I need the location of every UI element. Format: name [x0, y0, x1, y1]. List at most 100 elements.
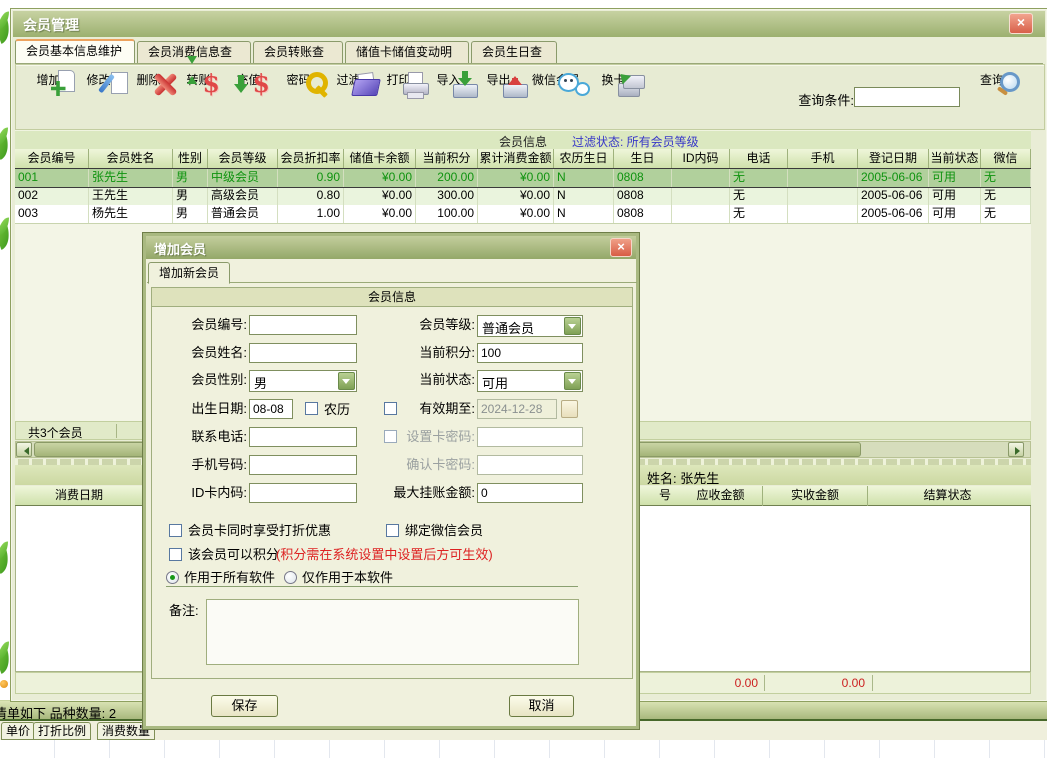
column-header[interactable]: 当前积分: [416, 149, 478, 169]
discount-checkbox[interactable]: [169, 524, 182, 537]
toolbar-button-change-card[interactable]: 换卡: [589, 68, 638, 88]
cell[interactable]: 男: [173, 187, 208, 205]
window-titlebar[interactable]: 会员管理: [13, 11, 1045, 37]
level-select[interactable]: 普通会员: [477, 315, 583, 337]
column-header[interactable]: 生日: [614, 149, 672, 169]
cell[interactable]: 无: [981, 187, 1031, 205]
tab-unit-price[interactable]: 单价: [1, 722, 35, 740]
column-header[interactable]: 会员等级: [208, 149, 278, 169]
cell[interactable]: 0808: [614, 205, 672, 223]
cell[interactable]: [672, 205, 730, 223]
column-header[interactable]: 登记日期: [858, 149, 929, 169]
table-row[interactable]: 003杨先生男普通会员1.00¥0.00100.00¥0.00N0808无200…: [15, 205, 1031, 223]
column-header[interactable]: 微信: [981, 149, 1031, 169]
cell[interactable]: 0.80: [278, 187, 344, 205]
toolbar-button-delete[interactable]: 删除: [124, 68, 173, 88]
dialog-titlebar[interactable]: 增加会员: [146, 236, 636, 259]
cell[interactable]: 无: [981, 169, 1031, 187]
toolbar-button-export[interactable]: 导出: [474, 68, 523, 88]
cell[interactable]: 300.00: [416, 187, 478, 205]
lunar-checkbox[interactable]: [305, 402, 318, 415]
column-header[interactable]: 当前状态: [929, 149, 981, 169]
cell[interactable]: 高级会员: [208, 187, 278, 205]
tab-stored-card-detail[interactable]: 储值卡储值变动明细: [345, 41, 469, 63]
search-button[interactable]: 查询: [972, 70, 1012, 88]
toolbar-button-filter[interactable]: 过滤: [324, 68, 373, 88]
cell[interactable]: ¥0.00: [478, 187, 554, 205]
bind-wechat-checkbox[interactable]: [386, 524, 399, 537]
cell[interactable]: 可用: [929, 205, 981, 223]
cell[interactable]: 0808: [614, 169, 672, 187]
chevron-down-icon[interactable]: [564, 372, 581, 390]
cell[interactable]: 0808: [614, 187, 672, 205]
column-header[interactable]: 储值卡余额: [344, 149, 416, 169]
cell[interactable]: [788, 205, 858, 223]
allow-points-checkbox[interactable]: [169, 548, 182, 561]
toolbar-button-add[interactable]: 增加: [24, 68, 73, 88]
toolbar-button-edit[interactable]: 修改: [74, 68, 123, 88]
column-consume-date[interactable]: 消费日期: [15, 486, 144, 506]
toolbar-button-password[interactable]: 密码: [274, 68, 323, 88]
cell[interactable]: 无: [730, 205, 788, 223]
scroll-left-arrow[interactable]: [16, 442, 32, 457]
cell[interactable]: 可用: [929, 187, 981, 205]
column-settle-status[interactable]: 结算状态: [868, 486, 1027, 506]
table-row[interactable]: 001张先生男中级会员0.90¥0.00200.00¥0.00N0808无200…: [15, 169, 1031, 187]
column-header[interactable]: 会员姓名: [89, 149, 173, 169]
toolbar-button-import[interactable]: 导入: [424, 68, 473, 88]
gender-select[interactable]: 男: [249, 370, 357, 392]
cell[interactable]: 003: [15, 205, 89, 223]
tab-member-transfer-query[interactable]: 会员转账查询: [253, 41, 343, 63]
member-name-input[interactable]: [249, 343, 357, 363]
toolbar-button-print[interactable]: 打印: [374, 68, 423, 88]
dialog-close-button[interactable]: ×: [610, 238, 632, 257]
cell[interactable]: 2005-06-06: [858, 169, 929, 187]
toolbar-button-recharge[interactable]: 充值: [224, 68, 273, 88]
chevron-down-icon[interactable]: [338, 372, 355, 390]
max-credit-input[interactable]: [477, 483, 583, 503]
expiry-checkbox[interactable]: [384, 402, 397, 415]
cell[interactable]: 002: [15, 187, 89, 205]
member-no-input[interactable]: [249, 315, 357, 335]
cell[interactable]: 普通会员: [208, 205, 278, 223]
column-header[interactable]: 累计消费金额: [478, 149, 554, 169]
cell[interactable]: N: [554, 169, 614, 187]
cell[interactable]: 无: [730, 169, 788, 187]
cell[interactable]: [788, 187, 858, 205]
status-select[interactable]: 可用: [477, 370, 583, 392]
chevron-down-icon[interactable]: [564, 317, 581, 335]
filter-status-text[interactable]: 过滤状态: 所有会员等级: [572, 133, 699, 150]
cell[interactable]: 1.00: [278, 205, 344, 223]
cell[interactable]: ¥0.00: [344, 169, 416, 187]
column-received[interactable]: 实收金额: [763, 486, 868, 506]
tab-member-birthday-query[interactable]: 会员生日查询: [471, 41, 557, 63]
cancel-button[interactable]: 取消: [509, 695, 574, 717]
cell[interactable]: [672, 187, 730, 205]
cell[interactable]: 100.00: [416, 205, 478, 223]
apply-all-software-radio[interactable]: [166, 571, 179, 584]
id-card-input[interactable]: [249, 483, 357, 503]
confirm-password-input[interactable]: [477, 455, 583, 475]
tab-discount-ratio[interactable]: 打折比例: [33, 722, 91, 740]
cell[interactable]: 0.90: [278, 169, 344, 187]
toolbar-button-transfer[interactable]: 转账: [174, 68, 223, 88]
cell[interactable]: ¥0.00: [478, 169, 554, 187]
scroll-right-arrow[interactable]: [1008, 442, 1024, 457]
expiry-input[interactable]: [477, 399, 557, 419]
column-header[interactable]: 手机: [788, 149, 858, 169]
column-header[interactable]: 会员编号: [15, 149, 89, 169]
phone-input[interactable]: [249, 427, 357, 447]
points-input[interactable]: [477, 343, 583, 363]
cell[interactable]: N: [554, 205, 614, 223]
remark-textarea[interactable]: [206, 599, 579, 665]
column-header[interactable]: 性别: [173, 149, 208, 169]
cell[interactable]: [788, 169, 858, 187]
mobile-input[interactable]: [249, 455, 357, 475]
date-picker-button[interactable]: [561, 400, 578, 418]
cell[interactable]: 杨先生: [89, 205, 173, 223]
column-header[interactable]: 会员折扣率: [278, 149, 344, 169]
tab-member-info-maintain[interactable]: 会员基本信息维护: [15, 39, 135, 63]
tab-add-new-member[interactable]: 增加新会员: [148, 262, 230, 284]
cell[interactable]: 王先生: [89, 187, 173, 205]
cell[interactable]: 可用: [929, 169, 981, 187]
